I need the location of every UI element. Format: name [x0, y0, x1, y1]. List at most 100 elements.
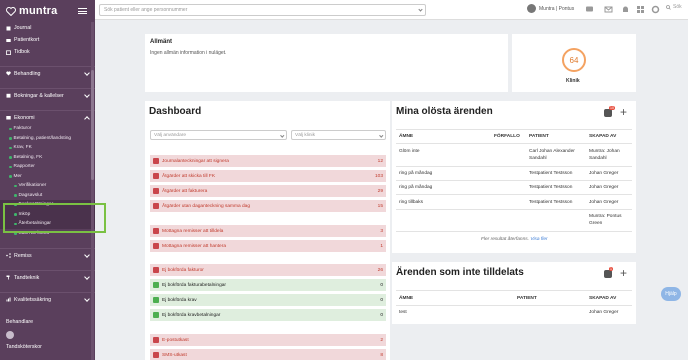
- chat-icon[interactable]: [585, 5, 594, 14]
- sidebar-section-tandteknik[interactable]: Tandteknik: [0, 270, 95, 284]
- sidebar-subitem-krav-fk[interactable]: Krav, FK: [0, 143, 95, 153]
- grid-icon[interactable]: [636, 5, 645, 14]
- alert-icon: [153, 173, 159, 179]
- subitem-label: Mer: [13, 173, 22, 179]
- share-icon: [6, 253, 11, 258]
- inbox-icon[interactable]: [604, 109, 612, 117]
- section-label: Ekonomi: [14, 114, 35, 121]
- divider: [396, 180, 632, 181]
- clinic-select[interactable]: Välj klinik: [291, 130, 386, 140]
- topbar: Sök patient eller ange personnummer Munt…: [95, 0, 688, 20]
- book-icon: [6, 26, 11, 30]
- cell-amne[interactable]: ring tillbaks: [399, 199, 423, 206]
- row-label: E-postutkast: [162, 337, 189, 343]
- sidebar-subitem-stam-av-konto[interactable]: Stäm av konto: [0, 229, 95, 239]
- sidebar-section-ekonomi[interactable]: Ekonomi: [0, 110, 95, 124]
- more-results-text: Fler resultat återfanns.: [481, 237, 529, 242]
- sidebar-section-remiss[interactable]: Remiss: [0, 248, 95, 262]
- sidebar-subitem-dagsavslut[interactable]: Dagsavslut: [0, 191, 95, 201]
- sidebar-item-label: Journal: [14, 25, 32, 31]
- patient-search-input[interactable]: Sök patient eller ange personnummer: [99, 4, 426, 16]
- sidebar-subitem-rapporter[interactable]: Rapporter: [0, 162, 95, 172]
- chevron-down-icon: [418, 7, 423, 12]
- sidebar-scroll-thumb[interactable]: [91, 70, 94, 180]
- sidebar-subitem-betalning-patient[interactable]: Betalning, patient/landsting: [0, 134, 95, 144]
- sidebar-subitem-aterbetalningar[interactable]: Återbetalningar: [0, 219, 95, 229]
- sidebar-section-behandling[interactable]: Behandling: [0, 66, 95, 80]
- sidebar-subitem-inkop[interactable]: Inköp: [0, 209, 95, 219]
- chevron-down-icon: [84, 273, 90, 280]
- count-badge: 1: [609, 267, 613, 271]
- inbox-icon[interactable]: [604, 270, 612, 278]
- sidebar-subitem-banknsattningar[interactable]: Banknsättningar: [0, 200, 95, 210]
- collapse-menu-icon[interactable]: [78, 8, 87, 14]
- sidebar-item-patientkort[interactable]: Patientkort: [0, 34, 95, 46]
- column-header: SKAPAD AV: [589, 296, 617, 301]
- behandlare-label: Behandlare: [0, 316, 95, 328]
- avatar[interactable]: [6, 330, 14, 339]
- mina-title: Mina olösta ärenden: [396, 106, 493, 117]
- dash-row-epostutkast[interactable]: E-postutkast 2: [150, 334, 386, 346]
- cell-patient[interactable]: Testpatient Testsson: [529, 184, 572, 191]
- sidebar-subitem-mer[interactable]: Mer: [0, 172, 95, 182]
- user-menu[interactable]: Muntra | Pontus: [527, 4, 574, 13]
- cell-amne[interactable]: test: [399, 309, 407, 316]
- dash-row-daganteckning[interactable]: Åtgärder utan daganteckning samma dag 15: [150, 200, 386, 212]
- show-more-link[interactable]: Visa fler: [530, 237, 547, 242]
- sidebar-section-bokningar[interactable]: Bokningar & kallelser: [0, 88, 95, 102]
- column-header: PATIENT: [517, 296, 537, 301]
- dash-row-remisser-hantera[interactable]: Mottagna remisser att hantera 1: [150, 240, 386, 252]
- dash-row-ej-bokforda-fakturor[interactable]: Ej bokförda fakturor 26: [150, 264, 386, 276]
- bell-icon[interactable]: [621, 5, 630, 14]
- dash-row-journal[interactable]: Journalanteckningar att signera 12: [150, 155, 386, 167]
- sidebar-section-kvalitet[interactable]: Kvalitetssäkring: [0, 292, 95, 306]
- cell-patient[interactable]: Testpatient Testsson: [529, 199, 572, 206]
- status-dot: [14, 222, 17, 225]
- section-label: Remiss: [14, 252, 32, 259]
- add-arende-button[interactable]: +: [620, 267, 627, 279]
- dash-row-ej-bokforda-krav[interactable]: Ej bokförda krav 0: [150, 294, 386, 306]
- chevron-down-icon: [84, 69, 90, 76]
- cell-patient[interactable]: Testpatient Testsson: [529, 170, 572, 177]
- row-label: SMS-utkast: [162, 352, 187, 358]
- alert-icon: [153, 337, 159, 343]
- subitem-label: Dagsavslut: [18, 192, 43, 198]
- cell-amne[interactable]: Glöm inte: [399, 148, 420, 155]
- cell-patient[interactable]: Carl Johan Alexander Sandahl: [529, 148, 585, 162]
- status-dot: [14, 213, 17, 216]
- row-label: Åtgärder utan daganteckning samma dag: [162, 203, 250, 209]
- row-label: Ej bokförda fakturabetalningar: [162, 282, 226, 288]
- cell-amne[interactable]: ring på måndag: [399, 170, 432, 177]
- dash-row-ej-bokforda-fakturabetalningar[interactable]: Ej bokförda fakturabetalningar 0: [150, 279, 386, 291]
- dash-row-smsutkast[interactable]: SMS-utkast 8: [150, 349, 386, 360]
- dash-row-fakturera[interactable]: Åtgärder att fakturera 29: [150, 185, 386, 197]
- user-name: Muntra | Pontus: [539, 5, 575, 12]
- sidebar-subitem-betalning-fk[interactable]: Betalning, FK: [0, 153, 95, 163]
- user-select[interactable]: Välj användare: [150, 130, 287, 140]
- sidebar-item-tidbok[interactable]: Tidbok: [0, 46, 95, 58]
- sidebar-subitem-fakturor[interactable]: Fakturor: [0, 124, 95, 134]
- mail-icon[interactable]: [604, 5, 613, 14]
- sidebar-subitem-verifikationer[interactable]: Verifikationer: [0, 181, 95, 191]
- chevron-up-icon: [84, 115, 90, 122]
- dash-row-fk[interactable]: Åtgärder att skicka till FK 103: [150, 170, 386, 182]
- gear-icon[interactable]: [651, 5, 660, 14]
- check-icon: [153, 282, 159, 288]
- check-icon: [153, 312, 159, 318]
- cell-amne[interactable]: ring på måndag: [399, 184, 432, 191]
- dash-row-ej-bokforda-kravbetalningar[interactable]: Ej bokförda kravbetalningar 0: [150, 309, 386, 321]
- subitem-label: Fakturor: [13, 126, 32, 132]
- cell-skapad: Muntra: Johan Sandahl: [589, 149, 620, 161]
- search-placeholder: Sök patient eller ange personnummer: [104, 7, 188, 13]
- row-value: 8: [380, 352, 383, 358]
- help-button[interactable]: Hjälp: [661, 287, 681, 301]
- add-arende-button[interactable]: +: [620, 106, 627, 118]
- divider: [396, 209, 632, 210]
- topbar-search-button[interactable]: Sök: [666, 4, 682, 10]
- alert-icon: [153, 188, 159, 194]
- dash-row-remisser-tilldela[interactable]: Mottagna remisser att tilldela 3: [150, 225, 386, 237]
- id-card-icon: [6, 38, 11, 42]
- sidebar-item-journal[interactable]: Journal: [0, 22, 95, 34]
- divider: [396, 290, 632, 291]
- cell-skapad: Muntra: Pontus Green: [589, 214, 622, 226]
